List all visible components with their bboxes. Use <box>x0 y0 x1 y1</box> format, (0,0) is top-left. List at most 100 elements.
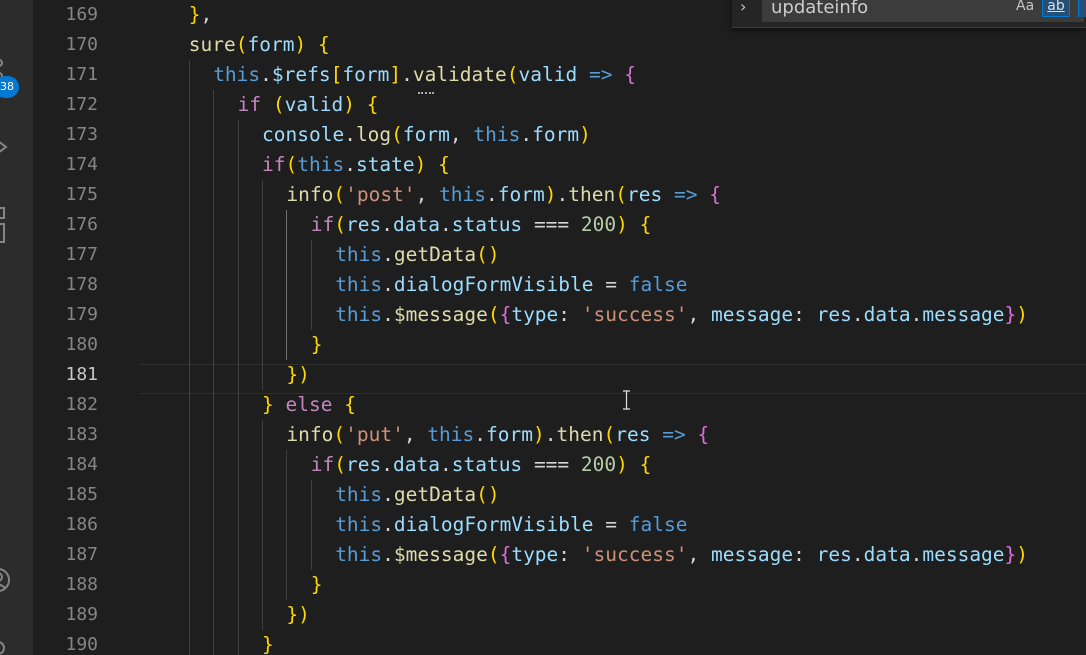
indent-guide <box>237 570 239 600</box>
code-line[interactable]: sure(form) { <box>189 30 330 60</box>
indent-guide <box>237 390 239 420</box>
line-number: 185 <box>65 484 98 505</box>
vscode-window: 38 169 170 171 172 173 174 175 176 177 178 179 180 1… <box>0 0 1086 655</box>
indent-guide <box>262 300 263 330</box>
line-number: 171 <box>65 64 98 85</box>
code-line[interactable]: if(res.data.status === 200) { <box>311 450 652 480</box>
indent-guide <box>237 270 239 300</box>
match-case-button[interactable]: Aa <box>1016 0 1034 14</box>
code-line[interactable]: info('put', this.form).then(res => { <box>286 420 709 450</box>
code-line[interactable]: } <box>311 330 323 360</box>
line-number: 175 <box>65 184 98 205</box>
indent-guide <box>213 270 215 300</box>
indent-guide <box>262 480 263 510</box>
run-debug-icon[interactable] <box>0 136 14 158</box>
indent-guide <box>188 480 190 510</box>
indent-guide <box>188 150 190 180</box>
indent-guide <box>188 540 190 570</box>
indent-guide <box>237 120 239 150</box>
indent-guide <box>188 390 190 420</box>
indent-guide <box>262 570 263 600</box>
code-line[interactable]: this.$refs[form].validate(valid => { <box>213 60 636 90</box>
line-number: 183 <box>65 424 98 445</box>
code-line[interactable]: info('post', this.form).then(res => { <box>286 180 721 210</box>
line-number: 187 <box>65 544 98 565</box>
find-widget: › updateinfo Aa ab <box>732 0 1086 28</box>
indent-guide <box>213 150 215 180</box>
code-line[interactable]: this.dialogFormVisible = false <box>335 510 687 540</box>
find-input[interactable]: updateinfo Aa ab <box>762 0 1086 22</box>
settings-icon[interactable] <box>0 636 14 655</box>
indent-guide <box>262 210 263 240</box>
indent-guide <box>188 210 190 240</box>
code-line[interactable]: }, <box>189 0 213 30</box>
indent-guide <box>286 330 288 360</box>
code-editor[interactable]: }, sure(form) {this.$refs[form].validate(… <box>140 0 1086 655</box>
indent-guide <box>310 240 312 270</box>
indent-guide <box>237 360 239 390</box>
indent-guide <box>262 510 263 540</box>
indent-guide <box>213 450 215 480</box>
indent-guide <box>188 60 190 90</box>
line-number: 172 <box>65 94 98 115</box>
indent-guide <box>237 180 239 210</box>
indent-guide <box>286 450 288 480</box>
code-line[interactable]: }) <box>286 360 310 390</box>
indent-guide <box>286 210 288 240</box>
toggle-replace-icon[interactable]: › <box>740 0 746 16</box>
indent-guide <box>286 240 288 270</box>
code-line[interactable]: this.dialogFormVisible = false <box>335 270 687 300</box>
code-line[interactable]: } <box>311 570 323 600</box>
indent-guide <box>286 570 288 600</box>
indent-guide <box>310 510 312 540</box>
line-number: 176 <box>65 214 98 235</box>
indent-guide <box>213 330 215 360</box>
indent-guide <box>237 330 239 360</box>
indent-guide <box>188 240 190 270</box>
code-line[interactable]: this.$message({type: 'success', message:… <box>335 540 1028 570</box>
line-number: 169 <box>65 4 98 25</box>
match-whole-word-button[interactable]: ab <box>1042 0 1070 17</box>
code-line[interactable]: this.getData() <box>335 480 499 510</box>
indent-guide <box>188 120 190 150</box>
indent-guide <box>310 300 312 330</box>
indent-guide <box>213 390 215 420</box>
line-number: 190 <box>65 634 98 655</box>
line-number: 186 <box>65 514 98 535</box>
indent-guide <box>213 570 215 600</box>
code-line[interactable]: if (valid) { <box>238 90 379 120</box>
indent-guide <box>286 270 288 300</box>
extensions-icon[interactable] <box>0 206 14 246</box>
indent-guide <box>188 300 190 330</box>
indent-guide <box>213 510 215 540</box>
indent-guide <box>188 180 190 210</box>
indent-guide <box>213 360 215 390</box>
indent-guide <box>213 180 215 210</box>
line-number: 182 <box>65 394 98 415</box>
line-number: 173 <box>65 124 98 145</box>
indent-guide <box>188 90 190 120</box>
line-number: 180 <box>65 334 98 355</box>
indent-guide <box>262 540 263 570</box>
code-line[interactable]: } else { <box>262 390 356 420</box>
code-line[interactable]: this.$message({type: 'success', message:… <box>335 300 1028 330</box>
indent-guide <box>213 300 215 330</box>
account-icon[interactable] <box>0 566 16 594</box>
indent-guide <box>310 480 312 510</box>
code-line[interactable]: if(res.data.status === 200) { <box>311 210 652 240</box>
indent-guide <box>213 540 215 570</box>
code-line[interactable]: this.getData() <box>335 240 499 270</box>
indent-guide <box>213 600 215 630</box>
code-line[interactable]: } <box>262 630 274 655</box>
line-number: 184 <box>65 454 98 475</box>
code-line[interactable]: }) <box>286 600 310 630</box>
code-line[interactable]: if(this.state) { <box>262 150 450 180</box>
use-regex-button[interactable] <box>1078 0 1086 17</box>
indent-guide <box>237 150 239 180</box>
code-line[interactable]: console.log(form, this.form) <box>262 120 591 150</box>
indent-guide <box>188 420 190 450</box>
indent-guide <box>237 510 239 540</box>
line-number: 179 <box>65 304 98 325</box>
find-query: updateinfo <box>771 0 869 18</box>
source-control-badge: 38 <box>0 76 19 98</box>
